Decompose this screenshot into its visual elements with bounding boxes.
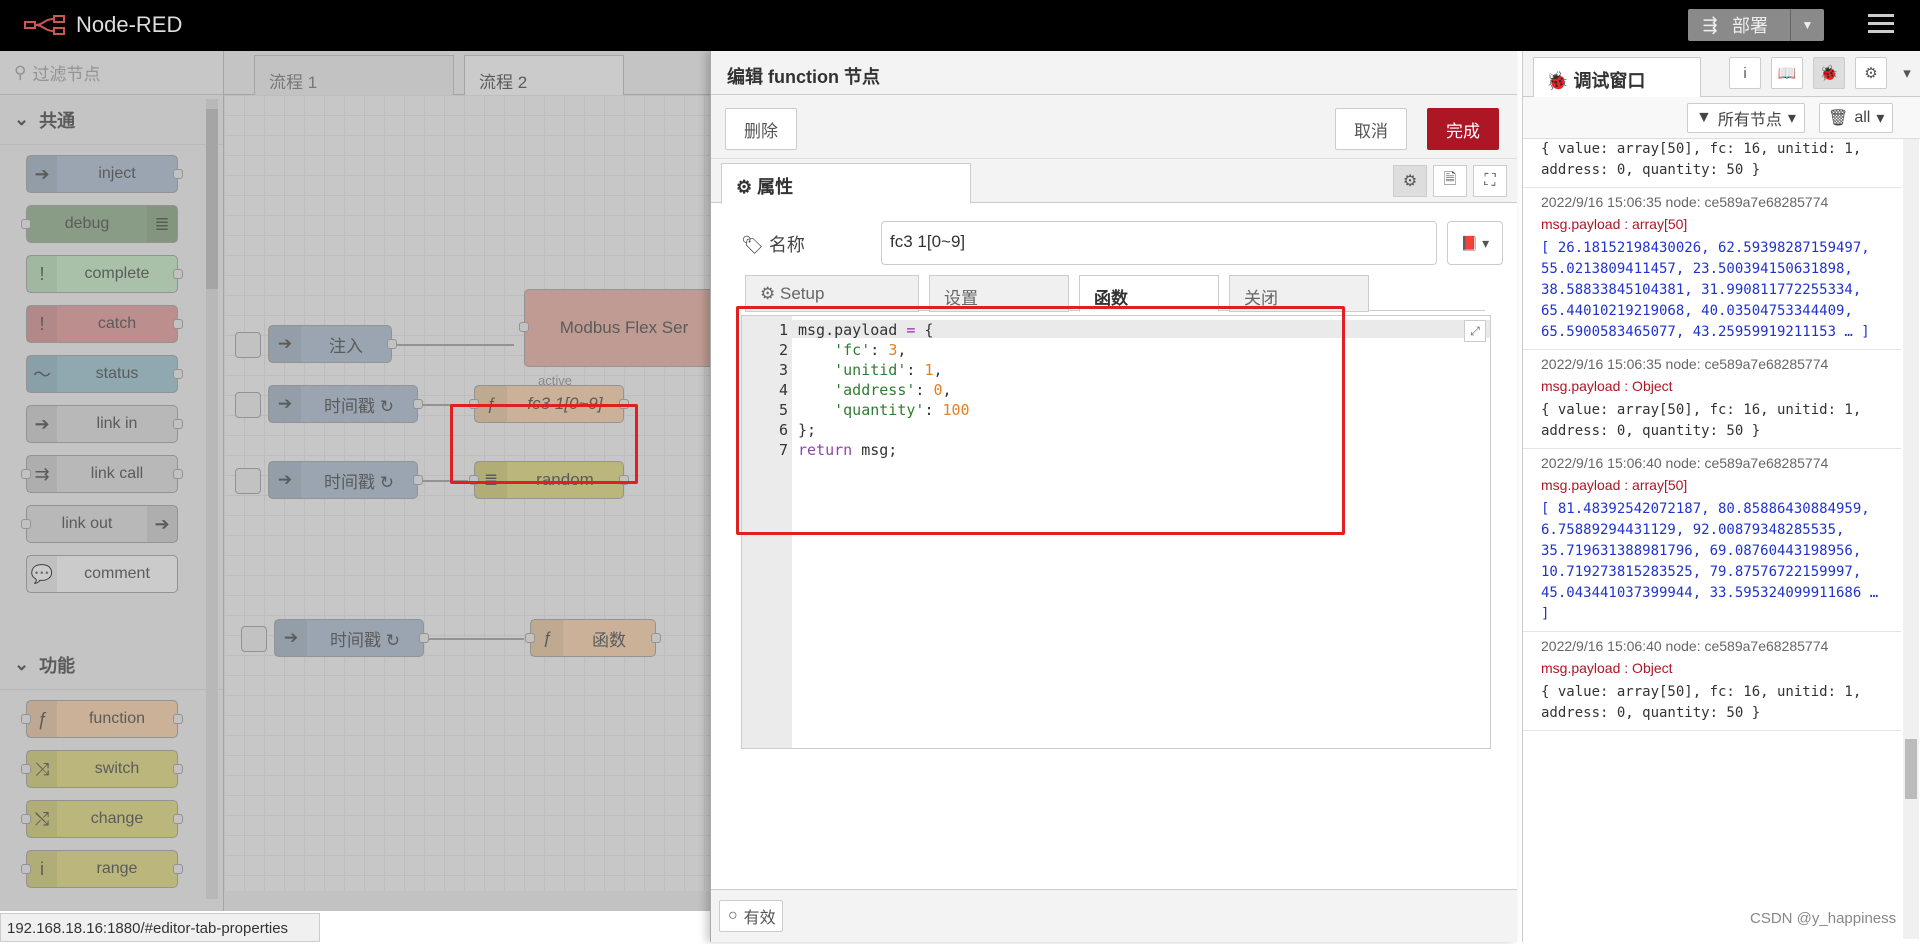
circle-icon: ○ <box>728 907 738 924</box>
delete-button[interactable]: 删除 <box>725 108 797 150</box>
message-meta: 2022/9/16 15:06:40 node: ce589a7e6828577… <box>1541 455 1829 471</box>
gear-icon[interactable]: ⚙ <box>1855 57 1887 89</box>
tray-title: 编辑 function 节点 <box>711 51 1517 95</box>
document-icon[interactable]: 🗎 <box>1433 165 1467 197</box>
debug-message: 2022/9/16 15:06:40 node: ce589a7e6828577… <box>1523 632 1901 731</box>
debug-message: 2022/9/16 15:06:35 node: ce589a7e6828577… <box>1523 188 1901 350</box>
status-url: 192.168.18.16:1880/#editor-tab-propertie… <box>0 913 320 942</box>
caret-icon: ▾ <box>1876 110 1885 127</box>
message-value[interactable]: [ 26.18152198430026, 62.59398287159497, … <box>1541 238 1893 343</box>
dropdown-label: 所有节点 <box>1717 112 1782 129</box>
message-topic: msg.payload : Object <box>1541 378 1673 394</box>
highlight-box <box>450 404 638 484</box>
gear-icon[interactable]: ⚙ <box>1393 165 1427 197</box>
message-meta: 2022/9/16 15:06:35 node: ce589a7e6828577… <box>1541 356 1829 372</box>
tab-label: Setup <box>779 284 825 303</box>
node-red-logo-icon <box>24 15 65 35</box>
gear-icon: ⚙ <box>736 177 753 197</box>
message-topic: msg.payload : array[50] <box>1541 216 1688 232</box>
tab-label: 属性 <box>757 177 794 197</box>
message-value[interactable]: { value: array[50], fc: 16, unitid: 1, a… <box>1541 682 1893 724</box>
deploy-button[interactable]: ⇶ 部署 ▼ <box>1688 9 1824 41</box>
highlight-box <box>736 306 1345 535</box>
done-button[interactable]: 完成 <box>1427 108 1499 150</box>
debug-sidebar: 🐞 调试窗口 i 📖 🐞 ⚙ ▾ ▼ 所有节点 ▾ 🗑 all ▾ { value: a… <box>1522 51 1920 942</box>
name-row: 🏷 名称 fc3 1[0~9] 📕 ▾ <box>741 221 1521 265</box>
message-value[interactable]: [ 81.48392542072187, 80.85886430884959, … <box>1541 499 1893 625</box>
watermark: CSDN @y_happiness <box>1750 910 1897 927</box>
message-topic: msg.payload : Object <box>1541 660 1673 676</box>
deploy-icon: ⇶ <box>1702 14 1718 35</box>
sidebar-scrollbar[interactable] <box>1903 139 1919 939</box>
debug-message: 2022/9/16 15:06:35 node: ce589a7e6828577… <box>1523 350 1901 449</box>
book-icon[interactable]: 📖 <box>1771 57 1803 89</box>
header-bar: Node-RED ⇶ 部署 ▼ <box>0 0 1920 51</box>
cancel-button[interactable]: 取消 <box>1335 108 1407 150</box>
tray-toolbar: 删除 取消 完成 <box>711 95 1517 159</box>
debug-message: 2022/9/16 15:06:40 node: ce589a7e6828577… <box>1523 449 1901 632</box>
tab-label: 调试窗口 <box>1573 71 1646 91</box>
deploy-label: 部署 <box>1732 16 1768 36</box>
clear-dropdown[interactable]: 🗑 all ▾ <box>1819 103 1894 133</box>
expand-icon[interactable]: ⤢ <box>1464 320 1486 342</box>
book-dropdown-button[interactable]: 📕 ▾ <box>1447 221 1503 265</box>
name-field[interactable]: fc3 1[0~9] <box>881 221 1437 265</box>
debug-messages[interactable]: { value: array[50], fc: 16, unitid: 1, a… <box>1523 139 1901 944</box>
hamburger-menu-icon[interactable] <box>1868 14 1894 36</box>
message-meta: 2022/9/16 15:06:40 node: ce589a7e6828577… <box>1541 638 1829 654</box>
sidebar-tabs: 🐞 调试窗口 i 📖 🐞 ⚙ ▾ <box>1523 51 1920 98</box>
gear-icon: ⚙ <box>760 284 776 303</box>
app-logo: Node-RED <box>24 12 182 38</box>
frame-icon[interactable]: ⛶ <box>1473 165 1507 197</box>
caret-icon: ▾ <box>1787 110 1796 127</box>
tray-footer: ○ 有效 <box>711 889 1517 942</box>
tab-properties[interactable]: ⚙ 属性 <box>721 163 971 204</box>
tag-icon: 🏷 <box>741 235 764 255</box>
label-text: 名称 <box>768 235 805 255</box>
debug-message: { value: array[50], fc: 16, unitid: 1, a… <box>1523 139 1901 188</box>
bug-icon[interactable]: 🐞 <box>1813 57 1845 89</box>
app-title: Node-RED <box>76 12 183 37</box>
trash-icon: 🗑 <box>1828 110 1849 127</box>
message-value[interactable]: { value: array[50], fc: 16, unitid: 1, a… <box>1541 400 1893 442</box>
info-icon[interactable]: i <box>1729 57 1761 89</box>
tab-debug[interactable]: 🐞 调试窗口 <box>1533 57 1701 98</box>
chevron-down-icon[interactable]: ▾ <box>1891 57 1920 89</box>
bug-icon: 🐞 <box>1546 71 1569 91</box>
chevron-down-icon[interactable]: ▼ <box>1790 9 1824 41</box>
dropdown-label: all <box>1854 109 1871 126</box>
valid-toggle[interactable]: ○ 有效 <box>719 900 783 932</box>
debug-filter-bar: ▼ 所有节点 ▾ 🗑 all ▾ <box>1523 97 1920 139</box>
toggle-label: 有效 <box>743 910 776 927</box>
filter-icon: ▼ <box>1696 109 1712 126</box>
node-filter-dropdown[interactable]: ▼ 所有节点 ▾ <box>1687 103 1805 133</box>
name-label: 🏷 名称 <box>741 231 805 257</box>
message-topic: msg.payload : array[50] <box>1541 477 1688 493</box>
message-meta: 2022/9/16 15:06:35 node: ce589a7e6828577… <box>1541 194 1829 210</box>
message-value[interactable]: { value: array[50], fc: 16, unitid: 1, a… <box>1541 139 1893 181</box>
property-tabs: ⚙ 属性 ⚙ 🗎 ⛶ <box>711 159 1517 204</box>
